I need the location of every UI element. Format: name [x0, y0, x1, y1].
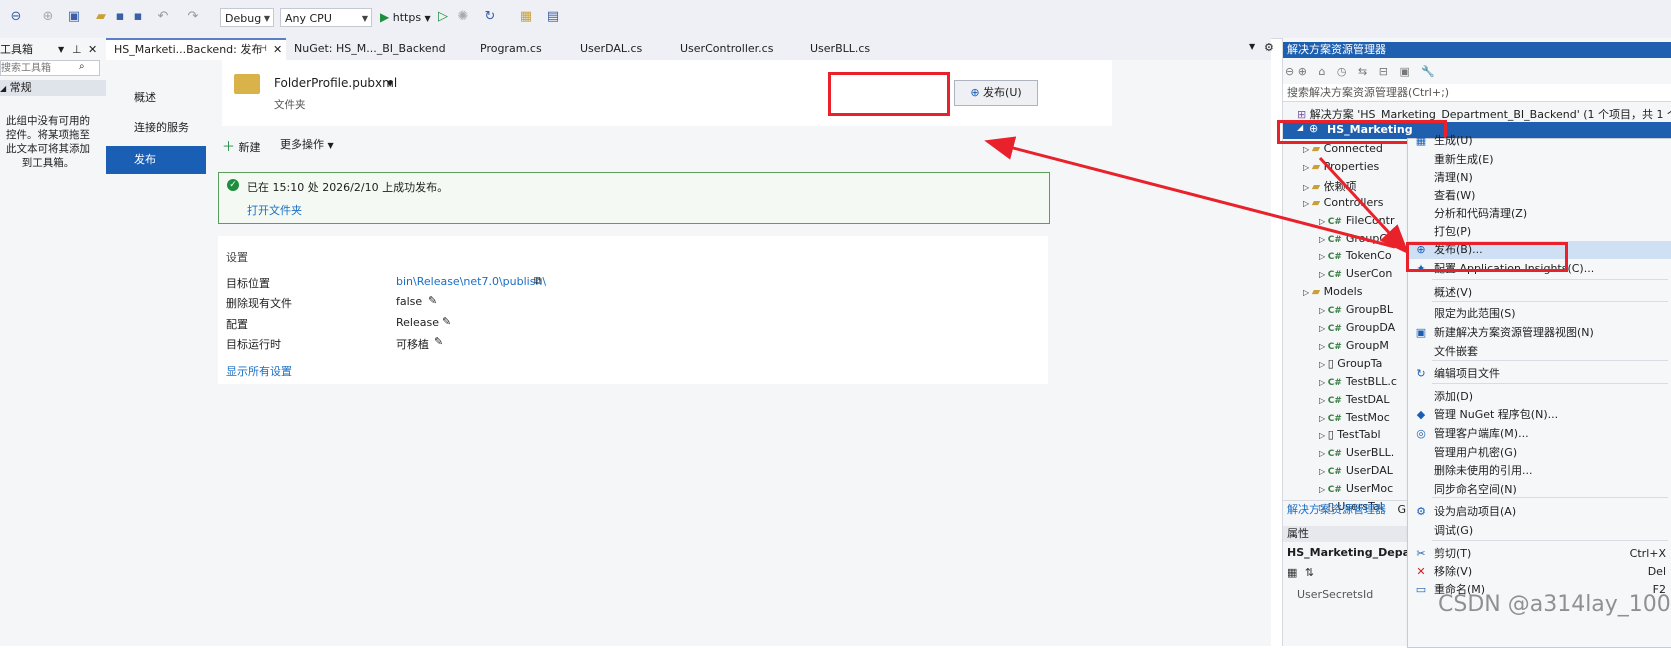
watermark: CSDN @a314lay_1007 [1438, 592, 1671, 617]
arrow-to-publish-button [984, 136, 1396, 249]
arrow-to-publish-menu [1318, 156, 1410, 255]
annotation-arrows [984, 136, 1410, 255]
